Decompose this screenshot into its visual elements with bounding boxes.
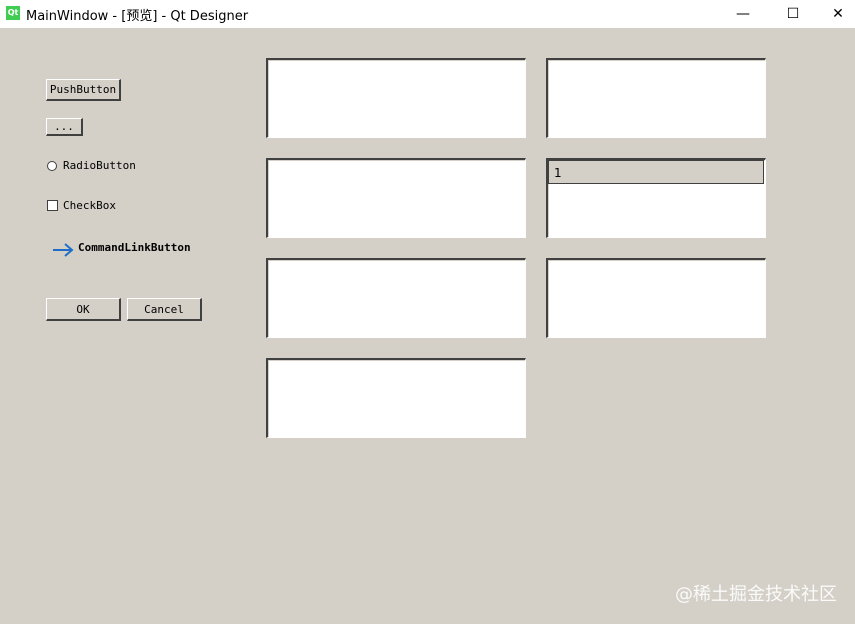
close-button[interactable]: ✕ xyxy=(815,0,855,28)
arrow-right-icon[interactable] xyxy=(52,243,74,257)
title-bar: Qt MainWindow - [预览] - Qt Designer — ☐ ✕ xyxy=(0,0,855,28)
table-widget[interactable] xyxy=(546,258,766,338)
tree-widget-header[interactable]: 1 xyxy=(548,160,764,184)
command-link-button[interactable]: CommandLinkButton xyxy=(78,241,191,254)
ok-button[interactable]: OK xyxy=(46,298,121,321)
table-view[interactable] xyxy=(266,258,526,338)
tree-view[interactable] xyxy=(266,158,526,238)
radio-button[interactable] xyxy=(47,161,57,171)
radio-button-label[interactable]: RadioButton xyxy=(63,159,136,172)
list-widget[interactable] xyxy=(546,58,766,138)
watermark: @稀土掘金技术社区 xyxy=(675,584,837,605)
list-view[interactable] xyxy=(266,58,526,138)
push-button[interactable]: PushButton xyxy=(46,79,121,101)
qt-logo-icon: Qt xyxy=(6,6,20,20)
cancel-button[interactable]: Cancel xyxy=(127,298,202,321)
window-title: MainWindow - [预览] - Qt Designer xyxy=(26,9,249,24)
column-view[interactable] xyxy=(266,358,526,438)
minimize-button[interactable]: — xyxy=(720,0,766,28)
checkbox-label[interactable]: CheckBox xyxy=(63,199,116,212)
checkbox[interactable] xyxy=(47,200,58,211)
maximize-button[interactable]: ☐ xyxy=(770,0,816,28)
tool-button[interactable]: ... xyxy=(46,118,83,136)
